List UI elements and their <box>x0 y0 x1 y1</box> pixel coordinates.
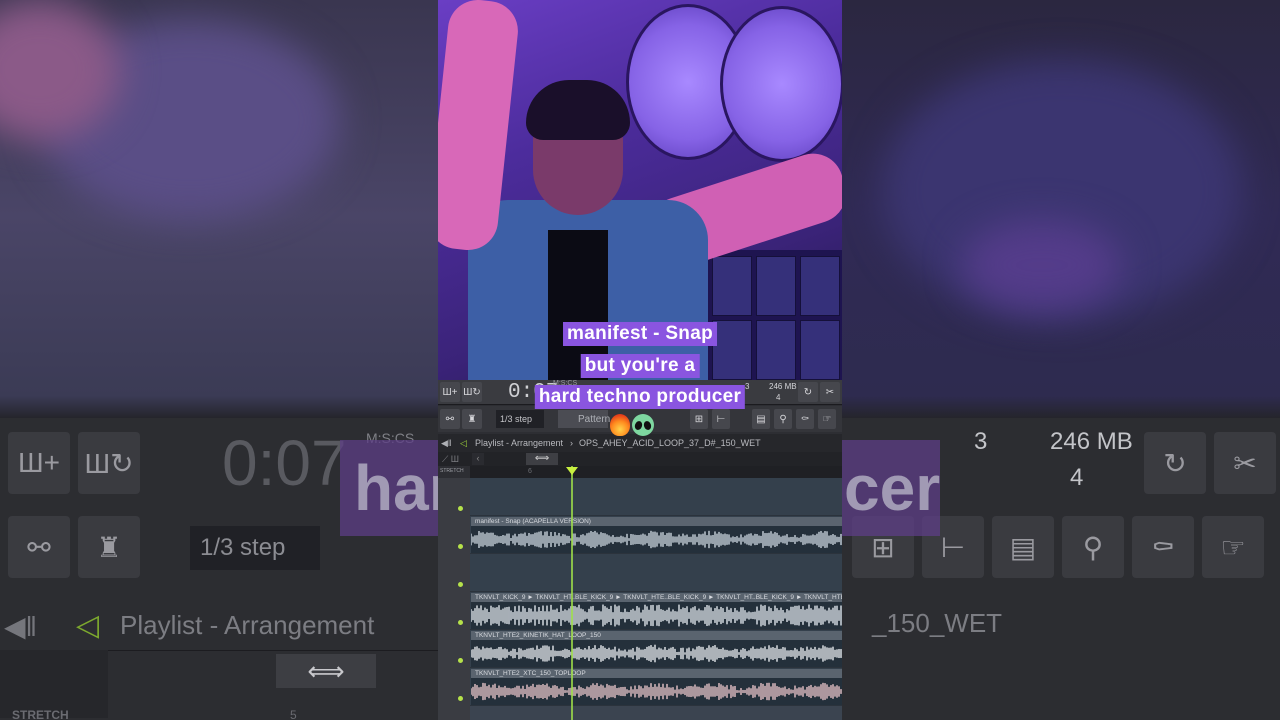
caption-emojis <box>610 414 654 436</box>
plugin-icon[interactable]: ⚲ <box>774 409 792 429</box>
caption-line-2: but you're a <box>580 354 700 378</box>
hand-icon[interactable]: ☞ <box>818 409 836 429</box>
bg-stat-bottom: 4 <box>1070 464 1084 491</box>
track-lane[interactable] <box>470 478 842 516</box>
audio-clip[interactable]: manifest - Snap (ACAPELLA VERSION) <box>471 517 842 553</box>
breadcrumb-separator: › <box>570 438 573 448</box>
audio-clip[interactable]: TKNVLT_HTE2_KINETIK_HAT_LOOP_150 <box>471 631 842 667</box>
scissors-icon[interactable]: ✂ <box>820 382 840 402</box>
track-mute-led[interactable] <box>458 620 463 625</box>
bg-metronome-icon: ♜ <box>78 516 140 578</box>
wall-panel <box>706 250 842 380</box>
loop-pattern-icon[interactable]: Ш↻ <box>462 382 482 402</box>
bg-scissors-icon: ✂ <box>1214 432 1276 494</box>
cpu-indicator: 3 <box>745 382 750 391</box>
tool-icons: ⟋ Ш <box>442 454 460 464</box>
caption-line-3: hard techno producer <box>534 385 746 409</box>
playlist-icon: ◁ <box>460 438 467 448</box>
audio-clip[interactable]: TKNVLT_HTE2_XTC_150_TOPLOOP <box>471 669 842 705</box>
scroll-left-icon[interactable]: ‹ <box>472 453 484 465</box>
video-frame: Ш+ Ш↻ 0:07 M:S:CS 3 246 MB 4 ↻ ✂ ⚯ ♜ 1/3… <box>438 0 842 720</box>
bg-link-icon: ⚯ <box>8 516 70 578</box>
breadcrumb-item[interactable]: OPS_AHEY_ACID_LOOP_37_D#_150_WET <box>579 438 761 448</box>
track-mute-led[interactable] <box>458 696 463 701</box>
waveform <box>471 682 842 701</box>
bg-add-icon: Ш+ <box>8 432 70 494</box>
playhead-marker[interactable] <box>566 467 578 475</box>
hair <box>526 80 630 140</box>
clip-title: TKNVLT_KICK_9 ► TKNVLT_HT..BLE_KICK_9 ► … <box>471 593 842 602</box>
waveform <box>471 530 842 549</box>
clip-title: manifest - Snap (ACAPELLA VERSION) <box>471 517 842 526</box>
bg-scroll-handle: ⟺ <box>276 654 376 688</box>
scroll-handle[interactable]: ⟺ <box>526 453 558 465</box>
mic-icon[interactable]: ⚰ <box>796 409 814 429</box>
fire-emoji <box>610 414 630 436</box>
alien-emoji <box>632 414 654 436</box>
clip-title: TKNVLT_HTE2_KINETIK_HAT_LOOP_150 <box>471 631 842 640</box>
waveform <box>471 644 842 663</box>
bg-stat-top: 3 <box>974 428 988 455</box>
bg-plugin-icon: ⚲ <box>1062 516 1124 578</box>
add-pattern-icon[interactable]: Ш+ <box>440 382 460 402</box>
timeline-ruler[interactable]: 6 <box>470 466 842 478</box>
track-mute-led[interactable] <box>458 582 463 587</box>
playhead[interactable] <box>571 466 573 720</box>
track-mute-led[interactable] <box>458 658 463 663</box>
bg-stretch: STRETCH <box>12 708 69 720</box>
polyphony-indicator: 4 <box>776 393 781 402</box>
bg-time: 0:07 <box>222 427 347 499</box>
playlist-title: Playlist - Arrangement <box>475 438 564 448</box>
bg-hand-icon: ☞ <box>1202 516 1264 578</box>
waveform <box>471 604 842 627</box>
bg-speaker-icon: ◀‖ <box>4 611 38 642</box>
background-left-blur: Ш+ Ш↻ 0:07 M:S:CS ⚯ ♜ 1/3 step ◀‖ ◁ Play… <box>0 0 438 720</box>
file-icon[interactable]: ▤ <box>752 409 770 429</box>
stretch-label: STRETCH <box>440 468 464 474</box>
track-headers <box>438 478 470 720</box>
tapestry-moon <box>720 6 842 162</box>
bg-stat-mem: 246 MB <box>1050 428 1133 455</box>
caption-line-1: manifest - Snap <box>563 322 717 346</box>
audio-clip[interactable]: TKNVLT_KICK_9 ► TKNVLT_HT..BLE_KICK_9 ► … <box>471 593 842 629</box>
mixer-icon[interactable]: ⊞ <box>690 409 708 429</box>
bg-caption-left: har <box>340 440 438 536</box>
bg-loop-icon: Ш↻ <box>78 432 140 494</box>
pattern-selector[interactable]: Pattern <box>558 410 610 428</box>
track-mute-led[interactable] <box>458 506 463 511</box>
snap-step-selector[interactable]: 1/3 step <box>496 410 544 428</box>
metronome-icon[interactable]: ♜ <box>462 409 482 429</box>
bg-loop-name: _150_WET <box>872 608 1003 638</box>
bg-playlist-row: ◀‖ ◁ Playlist - Arrangement <box>0 604 438 648</box>
bg-step: 1/3 step <box>190 526 320 570</box>
bg-caption-right: cer <box>842 440 940 536</box>
bg-mic-icon: ⚰ <box>1132 516 1194 578</box>
bg-playlist-label: Playlist - Arrangement <box>120 610 375 640</box>
blur-blob <box>962 220 1122 310</box>
ruler-mark: 6 <box>528 468 532 475</box>
bg-refresh-icon: ↻ <box>1144 432 1206 494</box>
speaker-icon[interactable]: ◀‖ <box>441 438 452 449</box>
track-mute-led[interactable] <box>458 544 463 549</box>
bg-ruler-mark: 5 <box>290 708 297 720</box>
bg-play-icon: ◁ <box>76 609 100 642</box>
link-icon[interactable]: ⚯ <box>440 409 460 429</box>
background-right-blur: 3 246 MB 4 ↻ ✂ ⊞ ⊢ ▤ ⚲ ⚰ ☞ _150_WET cer <box>842 0 1280 720</box>
track-lane[interactable] <box>470 554 842 592</box>
clip-title: TKNVLT_HTE2_XTC_150_TOPLOOP <box>471 669 842 678</box>
breadcrumb: ◀‖ ◁ Playlist - Arrangement › OPS_AHEY_A… <box>438 434 842 452</box>
horizontal-scroll[interactable]: ⟋ Ш ‹ ⟺ <box>438 452 842 466</box>
memory-indicator: 246 MB <box>769 382 797 391</box>
refresh-icon[interactable]: ↻ <box>798 382 818 402</box>
bg-file-icon: ▤ <box>992 516 1054 578</box>
channel-rack-icon[interactable]: ⊢ <box>712 409 730 429</box>
